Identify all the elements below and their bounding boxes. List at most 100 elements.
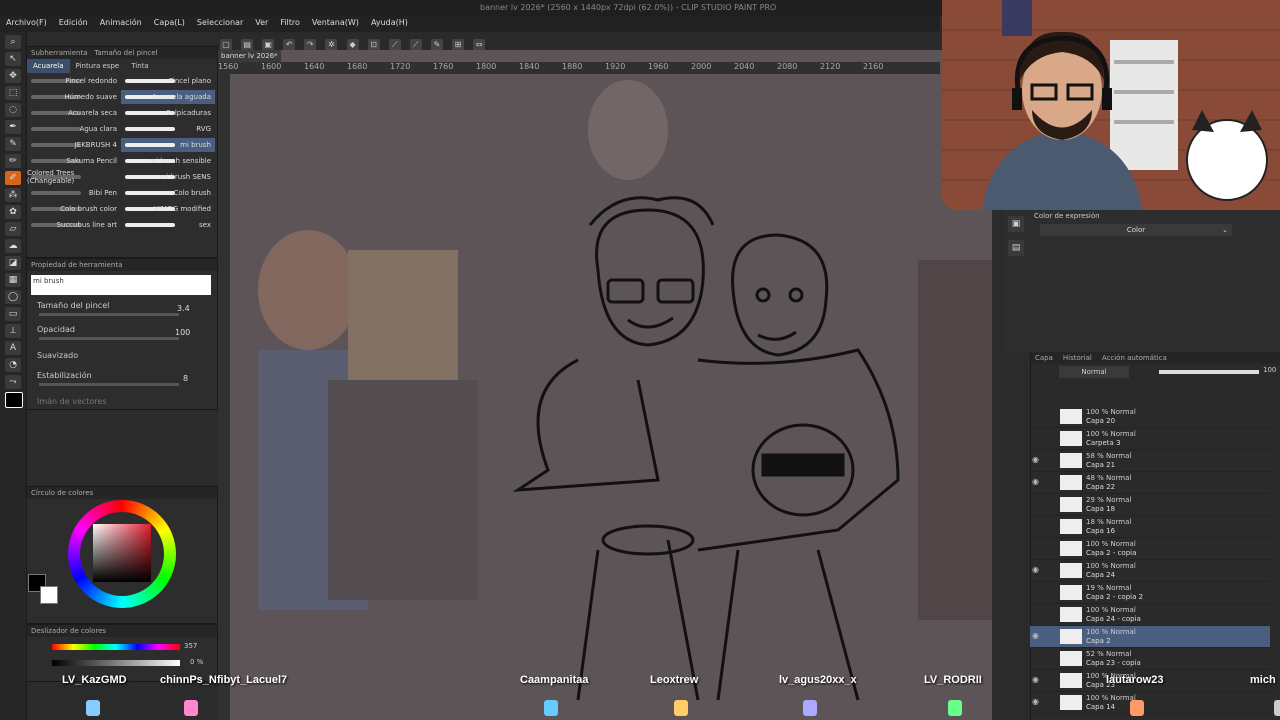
document-tab[interactable]: banner lv 2026* [218, 50, 281, 62]
brush-item[interactable]: Sakuma Pencil [27, 154, 121, 168]
hue-value[interactable]: 357 [184, 642, 197, 650]
menu-seleccionar[interactable]: Seleccionar [191, 16, 249, 32]
brush-item[interactable]: Colored Trees (Changeable) [27, 169, 121, 185]
brush-item[interactable]: mi brush sensible [121, 154, 215, 168]
tab-brush-size[interactable]: Tamaño del pincel [94, 49, 157, 57]
canvas-area[interactable] [218, 50, 992, 720]
menu-animacion[interactable]: Animación [94, 16, 148, 32]
eye-icon[interactable]: ◉ [1032, 631, 1042, 641]
eye-icon[interactable] [1032, 521, 1042, 531]
layer-row[interactable]: 52 % Normal Capa 23 - copia [1030, 648, 1270, 670]
blend-mode-dropdown[interactable]: Normal [1059, 366, 1129, 378]
layer-row[interactable]: ◉ 100 % Normal Capa 14 [1030, 692, 1270, 714]
menu-archivo[interactable]: Archivo(F) [0, 16, 53, 32]
layer-row[interactable]: ◉ 100 % Normal Capa 24 [1030, 560, 1270, 582]
gradient-icon[interactable]: ▦ [5, 273, 21, 287]
layer-row[interactable]: 100 % Normal Capa 24 - copia [1030, 604, 1270, 626]
eye-icon[interactable]: ◉ [1032, 477, 1042, 487]
brush-item[interactable]: Bibi Pen [27, 186, 121, 200]
brush-item[interactable]: mi brush [121, 138, 215, 152]
pen-tool-icon[interactable]: ✎ [5, 137, 21, 151]
layer-row[interactable]: ◉ 48 % Normal Capa 22 [1030, 472, 1270, 494]
menu-capa[interactable]: Capa(L) [148, 16, 191, 32]
menu-ver[interactable]: Ver [249, 16, 274, 32]
blend-icon[interactable]: ☁ [5, 239, 21, 253]
main-color-swatch[interactable] [5, 392, 23, 408]
eye-icon[interactable] [1032, 499, 1042, 509]
brush-item[interactable]: Húmedo suave [27, 90, 121, 104]
ruler-icon[interactable]: ⟂ [5, 324, 21, 338]
layer-opacity-slider[interactable] [1159, 370, 1259, 374]
brush-item[interactable]: Acuarela seca [27, 106, 121, 120]
brush-item[interactable]: Colo brush color [27, 202, 121, 216]
layer-opacity-value[interactable]: 100 [1263, 366, 1276, 374]
layer-row[interactable]: ◉ 100 % Normal Capa 2 [1030, 626, 1270, 648]
correct-line-icon[interactable]: ⤳ [5, 375, 21, 389]
brush-tool-icon[interactable]: ✐ [5, 171, 21, 185]
brush-item[interactable]: sex [121, 218, 215, 232]
tab-subtool[interactable]: Subherramienta [31, 49, 88, 57]
sub-color-swatch[interactable] [40, 586, 58, 604]
move-icon[interactable]: ✥ [5, 69, 21, 83]
decoration-icon[interactable]: ✿ [5, 205, 21, 219]
layer-row[interactable]: 18 % Normal Capa 16 [1030, 516, 1270, 538]
eye-icon[interactable] [1032, 587, 1042, 597]
brush-item[interactable]: Pincel plano [121, 74, 215, 88]
layer-row[interactable]: 29 % Normal Capa 18 [1030, 494, 1270, 516]
eye-icon[interactable]: ◉ [1032, 697, 1042, 707]
brush-item[interactable]: Agua clara [27, 122, 121, 136]
eyedropper-icon[interactable]: ✒ [5, 120, 21, 134]
menu-edicion[interactable]: Edición [53, 16, 94, 32]
frame-icon[interactable]: ▭ [5, 307, 21, 321]
tab-pintura[interactable]: Pintura espe [70, 59, 126, 73]
menu-ventana[interactable]: Ventana(W) [306, 16, 365, 32]
opacity-slider[interactable] [39, 337, 179, 340]
brush-item[interactable]: JEKBRUSH 4 [27, 138, 121, 152]
stabilization-value[interactable]: 8 [183, 374, 188, 383]
saturation-value-square[interactable] [93, 524, 151, 582]
brush-item[interactable]: Pincel redondo [27, 74, 121, 88]
brush-item[interactable]: Salpicaduras [121, 106, 215, 120]
tab-auto-action[interactable]: Acción automática [1102, 354, 1167, 362]
tab-layer[interactable]: Capa [1035, 354, 1053, 362]
zoom-icon[interactable]: ⌕ [5, 35, 21, 49]
balloon-icon[interactable]: ◔ [5, 358, 21, 372]
eye-icon[interactable] [1032, 653, 1042, 663]
saturation-slider[interactable] [52, 660, 180, 666]
eye-icon[interactable]: ◉ [1032, 565, 1042, 575]
layer-property-icon[interactable]: ▤ [1008, 240, 1024, 256]
eye-icon[interactable] [1032, 543, 1042, 553]
layer-row[interactable]: 100 % Normal Carpeta 3 [1030, 428, 1270, 450]
tab-history[interactable]: Historial [1063, 354, 1092, 362]
hue-slider[interactable] [52, 644, 180, 650]
brush-item[interactable]: HIMOG modified [121, 202, 215, 216]
layer-row[interactable]: ◉ 58 % Normal Capa 21 [1030, 450, 1270, 472]
layer-row[interactable]: 100 % Normal Capa 2 - copia [1030, 538, 1270, 560]
eraser-icon[interactable]: ▱ [5, 222, 21, 236]
brush-item[interactable]: Acuarela aguada [121, 90, 215, 104]
tab-acuarela[interactable]: Acuarela [27, 59, 70, 73]
layer-row[interactable]: 100 % Normal Capa 20 [1030, 406, 1270, 428]
eye-icon[interactable] [1032, 433, 1042, 443]
text-icon[interactable]: A [5, 341, 21, 355]
stabilization-slider[interactable] [39, 383, 179, 386]
lasso-icon[interactable]: ◌ [5, 103, 21, 117]
figure-icon[interactable]: ◯ [5, 290, 21, 304]
brush-item[interactable]: Succubus line art [27, 218, 121, 232]
airbrush-icon[interactable]: ⁂ [5, 188, 21, 202]
brush-item[interactable]: mi brush SENS [121, 170, 215, 184]
eye-icon[interactable]: ◉ [1032, 675, 1042, 685]
eye-icon[interactable]: ◉ [1032, 455, 1042, 465]
fill-tool-icon[interactable]: ◪ [5, 256, 21, 270]
eye-icon[interactable] [1032, 411, 1042, 421]
brush-size-slider[interactable] [39, 313, 179, 316]
layer-row[interactable]: 19 % Normal Capa 2 - copia 2 [1030, 582, 1270, 604]
selection-icon[interactable]: ⬚ [5, 86, 21, 100]
brush-item[interactable]: Colo brush [121, 186, 215, 200]
color-expression-dropdown[interactable]: Color ⌄ [1040, 224, 1232, 236]
operation-icon[interactable]: ↖ [5, 52, 21, 66]
menu-ayuda[interactable]: Ayuda(H) [365, 16, 414, 32]
brush-item[interactable]: RVG [121, 122, 215, 136]
tab-tinta[interactable]: Tinta [125, 59, 154, 73]
eye-icon[interactable] [1032, 609, 1042, 619]
